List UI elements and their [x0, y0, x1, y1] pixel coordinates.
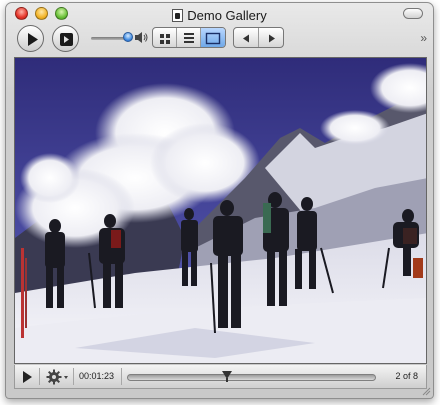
navigation-control [233, 27, 284, 48]
play-icon [28, 33, 38, 46]
scrubber-playhead[interactable] [221, 370, 233, 382]
document-proxy-icon[interactable] [172, 9, 184, 22]
grid-view-button[interactable] [153, 28, 177, 47]
arrow-right-icon [268, 34, 275, 43]
app-window: Demo Gallery » 00:01:23 2 of 8 [5, 2, 434, 399]
list-icon [184, 33, 194, 43]
window-title-group: Demo Gallery [6, 7, 433, 23]
stop-icon [60, 33, 73, 46]
grid-icon [160, 34, 170, 44]
speaker-icon [135, 32, 148, 43]
list-view-button[interactable] [177, 28, 201, 47]
separator [39, 368, 40, 385]
volume-slider-knob[interactable] [123, 32, 133, 42]
window-title: Demo Gallery [187, 8, 267, 23]
photo-viewer[interactable] [14, 57, 427, 364]
toolbar-toggle-button[interactable] [403, 8, 423, 19]
arrow-left-icon [243, 34, 249, 43]
title-bar[interactable]: Demo Gallery [6, 3, 433, 25]
bottom-control-bar: 00:01:23 2 of 8 [14, 365, 427, 389]
separator [121, 368, 122, 385]
view-mode-control [152, 27, 226, 48]
photo-skiers-mountain [15, 58, 426, 363]
toolbar: » [6, 25, 433, 55]
elapsed-time: 00:01:23 [79, 371, 115, 381]
slideshow-play-button[interactable] [20, 369, 34, 385]
gear-icon[interactable] [46, 368, 70, 386]
separator [73, 368, 74, 385]
scrubber-track[interactable] [127, 374, 376, 381]
next-button[interactable] [259, 28, 283, 47]
image-counter: 2 of 8 [395, 371, 418, 381]
single-view-button[interactable] [201, 28, 225, 47]
single-image-icon [205, 32, 221, 45]
previous-button[interactable] [234, 28, 259, 47]
resize-grip-icon[interactable] [421, 386, 431, 396]
toolbar-overflow-button[interactable]: » [420, 31, 427, 45]
stop-button[interactable] [52, 25, 79, 52]
play-button[interactable] [17, 25, 44, 52]
